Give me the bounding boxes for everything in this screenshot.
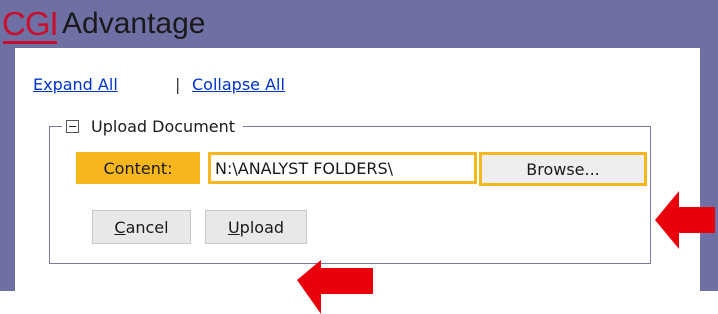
app-title: Advantage bbox=[62, 7, 206, 40]
cancel-button[interactable]: Cancel bbox=[92, 210, 191, 244]
link-separator: | bbox=[175, 75, 181, 94]
expand-all-link[interactable]: Expand All bbox=[33, 75, 118, 94]
left-frame-bar bbox=[0, 48, 15, 291]
right-frame-bar bbox=[700, 48, 718, 291]
collapse-all-link[interactable]: Collapse All bbox=[192, 75, 285, 94]
section-legend: Upload Document bbox=[62, 114, 244, 138]
red-arrow-icon bbox=[297, 260, 373, 314]
minus-box-icon[interactable] bbox=[66, 119, 79, 133]
content-label: Content: bbox=[76, 152, 200, 184]
section-title: Upload Document bbox=[91, 116, 236, 136]
browse-button[interactable]: Browse... bbox=[479, 152, 647, 186]
app-header: CGI Advantage bbox=[0, 0, 718, 48]
content-area: Expand All | Collapse All Upload Documen… bbox=[15, 48, 715, 314]
logo-underline bbox=[3, 41, 57, 44]
file-path-input[interactable] bbox=[208, 152, 477, 184]
cgi-logo: CGI bbox=[2, 5, 59, 42]
upload-button[interactable]: Upload bbox=[205, 210, 307, 244]
red-arrow-icon bbox=[655, 191, 715, 249]
